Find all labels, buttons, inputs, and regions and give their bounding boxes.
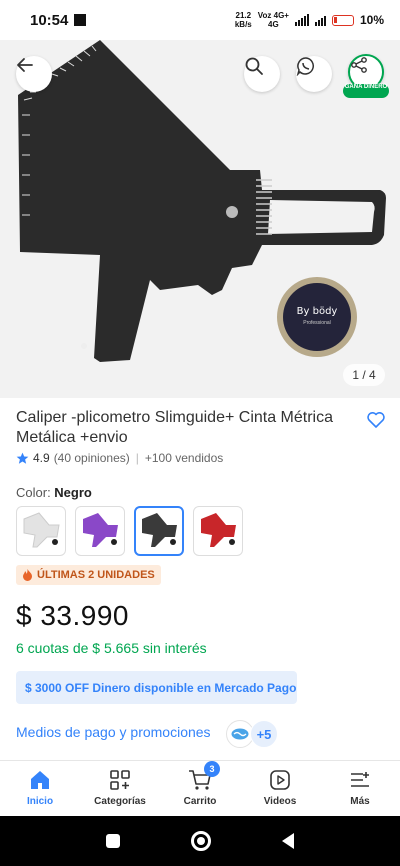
bottom-nav: Inicio Categorías 3 Carrito Videos Más: [0, 760, 400, 816]
heart-icon: [367, 412, 385, 428]
system-nav-bar: [0, 816, 400, 866]
back-button[interactable]: [16, 56, 52, 92]
nav-label: Carrito: [183, 796, 217, 807]
share-icon: [351, 57, 367, 73]
nav-videos[interactable]: Videos: [240, 761, 320, 816]
product-image: [18, 40, 386, 362]
nav-inicio[interactable]: Inicio: [0, 761, 80, 816]
swatch-purple[interactable]: [75, 506, 125, 556]
battery-percent: 10%: [359, 13, 384, 27]
installments: 6 cuotas de $ 5.665 sin interés: [16, 640, 207, 656]
carrier-label: Voz 4G+ 4G: [258, 11, 289, 29]
carrier-top: Voz 4G+: [257, 11, 289, 20]
whatsapp-share-button[interactable]: [296, 56, 332, 92]
swatch-black-image: [142, 513, 177, 547]
nav-label: Videos: [263, 796, 297, 807]
nav-categorias[interactable]: Categorías: [80, 761, 160, 816]
rating-row[interactable]: 4.9 (40 opiniones) | +100 vendidos: [16, 451, 223, 465]
tape-sub-text: Professional: [303, 320, 331, 326]
cart-badge: 3: [204, 761, 220, 777]
net-speed-unit: kB/s: [234, 20, 252, 29]
product-gallery[interactable]: By bödy Professional GANA DINERO 1 / 4: [0, 40, 400, 398]
signal-2-icon: [314, 14, 326, 26]
home-icon: [31, 771, 49, 789]
promo-banner: $ 3000 OFF Dinero disponible en Mercado …: [16, 671, 297, 704]
share-earn-badge: GANA DINERO: [343, 84, 389, 98]
nav-label: Inicio: [26, 796, 54, 807]
swatch-black[interactable]: [134, 506, 184, 556]
color-label-prefix: Color:: [16, 485, 55, 500]
star-icon: [16, 452, 29, 464]
search-button[interactable]: [244, 56, 280, 92]
nav-carrito[interactable]: 3 Carrito: [160, 761, 240, 816]
signal-icon: [294, 14, 309, 26]
color-label-value: Negro: [54, 485, 92, 500]
color-swatches: [16, 506, 243, 556]
notification-icon: [74, 14, 87, 26]
search-icon: [245, 57, 263, 75]
review-count: (40 opiniones): [53, 451, 130, 465]
status-bar: 10:54 21.2 kB/s Voz 4G+ 4G 10%: [0, 0, 400, 40]
product-title: Caliper -plicometro Slimguide+ Cinta Mét…: [16, 409, 334, 446]
recents-button[interactable]: [105, 834, 120, 848]
nav-label: Más: [350, 796, 370, 807]
net-speed: 21.2 kB/s: [235, 11, 252, 29]
tape-brand-text: By bödy: [296, 306, 338, 317]
categories-icon: [110, 770, 130, 790]
status-right: 21.2 kB/s Voz 4G+ 4G 10%: [235, 11, 384, 29]
favorite-button[interactable]: [366, 410, 386, 435]
price: $ 33.990: [16, 600, 129, 631]
swatch-red-image: [201, 513, 236, 547]
swatch-white-image: [23, 512, 60, 548]
swatch-red[interactable]: [193, 506, 243, 556]
sold-count: +100 vendidos: [144, 451, 224, 465]
rating-score: 4.9: [33, 451, 50, 465]
arrow-left-icon: [17, 58, 33, 72]
carrier-bottom: 4G: [268, 20, 279, 29]
nav-label: Categorías: [94, 796, 146, 807]
fire-icon: [23, 569, 32, 581]
menu-icon: [351, 772, 369, 787]
payment-methods-link[interactable]: Medios de pago y promociones: [16, 724, 211, 740]
swatch-purple-image: [83, 513, 118, 547]
net-speed-value: 21.2: [235, 11, 252, 20]
low-stock-text: ÚLTIMAS 2 UNIDADES: [37, 569, 155, 581]
color-label: Color: Negro: [16, 485, 92, 500]
divider: |: [135, 451, 139, 465]
whatsapp-icon: [296, 57, 314, 76]
swatch-white[interactable]: [16, 506, 66, 556]
image-counter: 1 / 4: [343, 364, 385, 386]
battery-icon: [331, 14, 354, 26]
low-stock-badge: ÚLTIMAS 2 UNIDADES: [16, 565, 161, 585]
handshake-icon: [231, 728, 249, 740]
more-payment-methods[interactable]: +5: [250, 720, 278, 748]
nav-mas[interactable]: Más: [320, 761, 400, 816]
video-icon: [270, 770, 290, 790]
home-system-button[interactable]: [190, 831, 211, 851]
status-time: 10:54: [30, 11, 69, 29]
back-system-button[interactable]: [282, 833, 295, 849]
